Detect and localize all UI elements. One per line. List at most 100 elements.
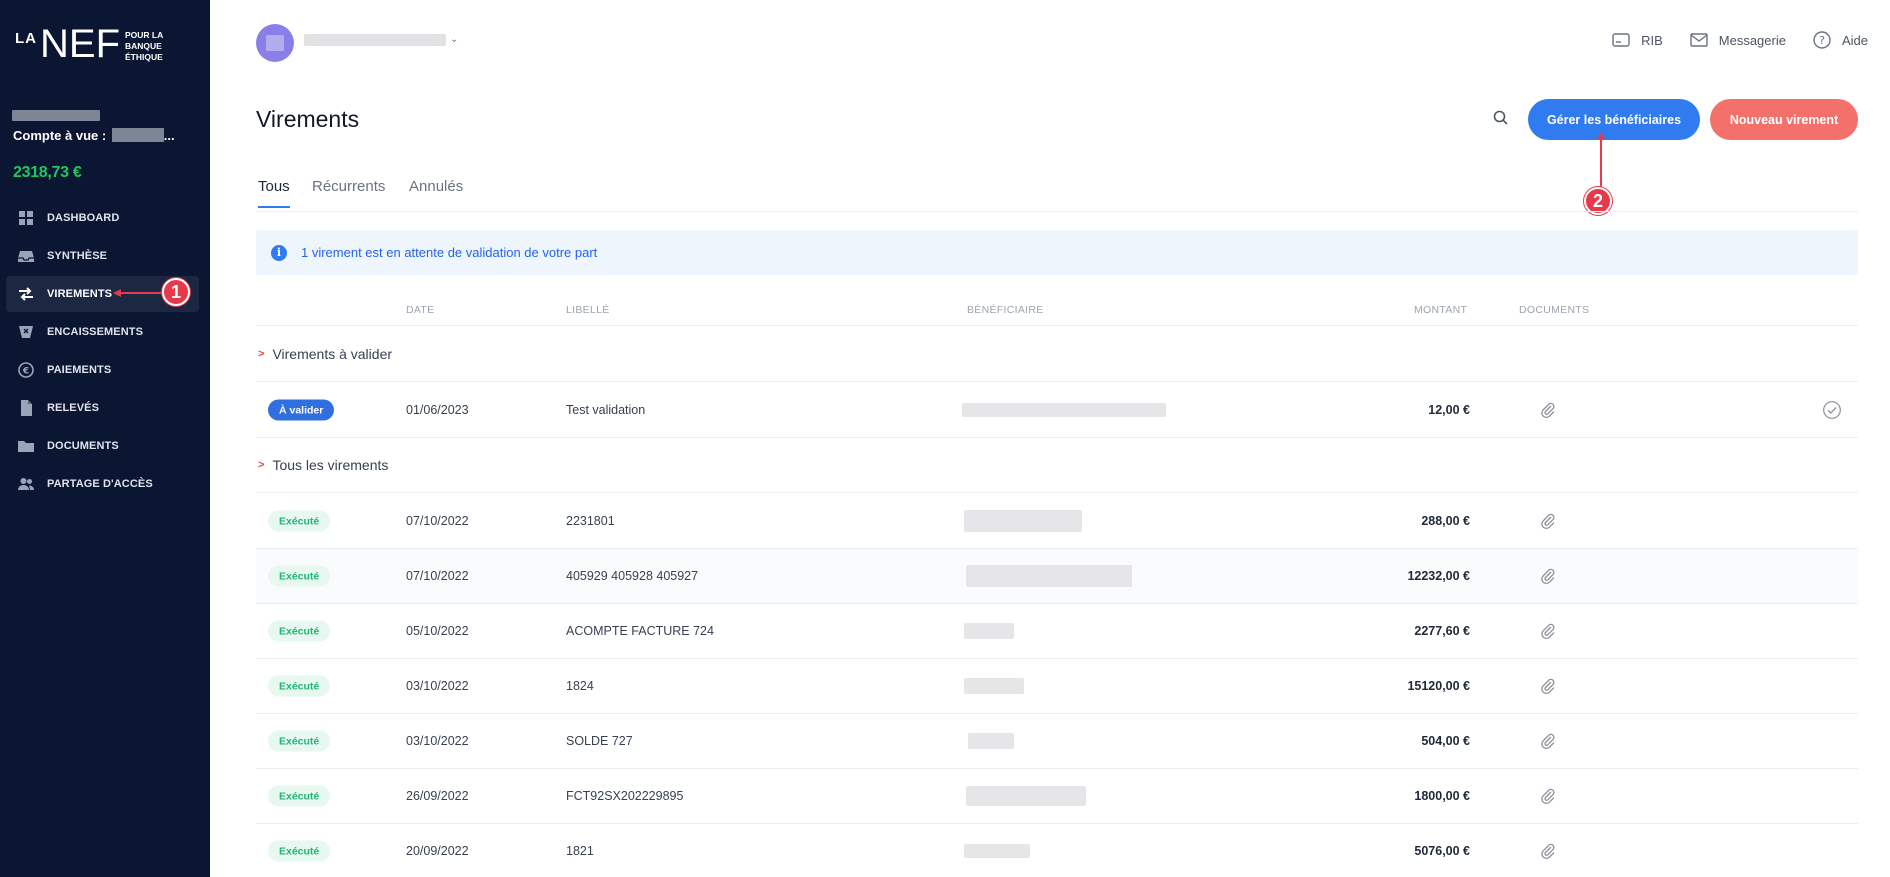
messagerie-link[interactable]: Messagerie bbox=[1689, 30, 1786, 50]
sidebar: LA NEF POUR LA BANQUE ÉTHIQUE Compte à v… bbox=[0, 0, 210, 877]
row-amount: 1800,00 € bbox=[1414, 789, 1470, 803]
paperclip-icon[interactable] bbox=[1539, 677, 1557, 695]
euro-payment-icon: € bbox=[16, 360, 36, 380]
transfer-arrows-icon bbox=[16, 284, 36, 304]
header-date[interactable]: DATE bbox=[406, 304, 434, 316]
tab-recurrents[interactable]: Récurrents bbox=[312, 178, 385, 205]
group-title: Virements à valider bbox=[272, 346, 393, 362]
table-row[interactable]: Exécuté 20/09/2022 1821 5076,00 € bbox=[256, 824, 1858, 877]
sidebar-item-dashboard[interactable]: DASHBOARD bbox=[6, 200, 199, 236]
sidebar-item-partage-acces[interactable]: PARTAGE D'ACCÈS bbox=[6, 466, 199, 502]
top-links: RIB Messagerie ? Aide bbox=[1585, 30, 1868, 50]
table-row[interactable]: À valider 01/06/2023 Test validation 12,… bbox=[256, 383, 1858, 438]
new-transfer-button[interactable]: Nouveau virement bbox=[1710, 99, 1858, 140]
table-row[interactable]: Exécuté 07/10/2022 405929 405928 405927 … bbox=[256, 549, 1858, 604]
row-amount: 504,00 € bbox=[1421, 734, 1470, 748]
aide-link[interactable]: ? Aide bbox=[1812, 30, 1868, 50]
row-date: 07/10/2022 bbox=[406, 569, 469, 583]
paperclip-icon[interactable] bbox=[1539, 787, 1557, 805]
manage-beneficiaries-button[interactable]: Gérer les bénéficiaires bbox=[1528, 99, 1700, 140]
sidebar-item-label: SYNTHÈSE bbox=[47, 250, 108, 262]
user-name-redacted[interactable] bbox=[304, 34, 446, 46]
group-header-all[interactable]: > Tous les virements bbox=[256, 438, 1858, 493]
status-badge: Exécuté bbox=[268, 730, 331, 752]
header-label[interactable]: LIBELLÉ bbox=[566, 304, 610, 316]
paperclip-icon[interactable] bbox=[1539, 512, 1557, 530]
table-row[interactable]: Exécuté 05/10/2022 ACOMPTE FACTURE 724 2… bbox=[256, 604, 1858, 659]
sidebar-item-label: ENCAISSEMENTS bbox=[47, 326, 144, 338]
chevron-right-icon: > bbox=[258, 348, 265, 360]
row-label: 405929 405928 405927 bbox=[566, 569, 699, 583]
row-date: 03/10/2022 bbox=[406, 734, 469, 748]
sidebar-item-documents[interactable]: DOCUMENTS bbox=[6, 428, 199, 464]
row-label: 1824 bbox=[566, 679, 594, 693]
status-badge: Exécuté bbox=[268, 840, 331, 862]
paperclip-icon[interactable] bbox=[1539, 567, 1557, 585]
paperclip-icon[interactable] bbox=[1539, 401, 1557, 419]
table-row[interactable]: Exécuté 26/09/2022 FCT92SX202229895 1800… bbox=[256, 769, 1858, 824]
row-label: FCT92SX202229895 bbox=[566, 789, 684, 803]
beneficiary-redacted bbox=[964, 678, 1024, 694]
status-badge: Exécuté bbox=[268, 785, 331, 807]
aide-label: Aide bbox=[1841, 32, 1868, 48]
sidebar-item-releves[interactable]: RELEVÉS bbox=[6, 390, 199, 426]
annotation-marker-1: 1 bbox=[162, 278, 190, 306]
inbox-icon bbox=[16, 246, 36, 266]
beneficiary-redacted bbox=[962, 403, 1166, 417]
paperclip-icon[interactable] bbox=[1539, 732, 1557, 750]
header-amount[interactable]: MONTANT bbox=[1414, 304, 1467, 316]
row-date: 26/09/2022 bbox=[406, 789, 469, 803]
beneficiary-redacted bbox=[966, 565, 1132, 587]
rib-label: RIB bbox=[1641, 32, 1663, 48]
pending-validation-banner[interactable]: i 1 virement est en attente de validatio… bbox=[256, 230, 1858, 275]
row-label: 1821 bbox=[566, 844, 594, 858]
table-row[interactable]: Exécuté 03/10/2022 SOLDE 727 504,00 € bbox=[256, 714, 1858, 769]
search-icon[interactable] bbox=[1491, 108, 1511, 128]
chevron-right-icon: > bbox=[258, 459, 265, 471]
sidebar-item-label: DASHBOARD bbox=[47, 212, 120, 224]
account-label[interactable]: Compte à vue : ... bbox=[13, 128, 175, 143]
table-row[interactable]: Exécuté 03/10/2022 1824 15120,00 € bbox=[256, 659, 1858, 714]
beneficiary-redacted bbox=[964, 844, 1030, 858]
row-date: 05/10/2022 bbox=[406, 624, 469, 638]
sidebar-item-label: PAIEMENTS bbox=[47, 364, 112, 376]
row-amount: 2277,60 € bbox=[1414, 624, 1470, 638]
status-badge: Exécuté bbox=[268, 620, 331, 642]
chevron-down-icon[interactable]: ⌄ bbox=[450, 34, 458, 45]
table-row[interactable]: Exécuté 07/10/2022 2231801 288,00 € bbox=[256, 494, 1858, 549]
group-header-pending[interactable]: > Virements à valider bbox=[256, 327, 1858, 382]
row-label: Test validation bbox=[566, 403, 646, 417]
account-balance: 2318,73 € bbox=[13, 164, 82, 181]
row-amount: 12232,00 € bbox=[1407, 569, 1470, 583]
tab-annules[interactable]: Annulés bbox=[409, 178, 463, 205]
mail-icon bbox=[1690, 33, 1708, 47]
users-icon bbox=[16, 474, 36, 494]
svg-text:?: ? bbox=[1819, 34, 1825, 47]
deposit-icon bbox=[16, 322, 36, 342]
account-label-suffix: ... bbox=[163, 128, 175, 143]
header-beneficiary[interactable]: BÉNÉFICIAIRE bbox=[967, 304, 1044, 316]
sidebar-item-synthese[interactable]: SYNTHÈSE bbox=[6, 238, 199, 274]
validate-check-icon[interactable] bbox=[1822, 400, 1842, 420]
user-avatar[interactable] bbox=[256, 24, 294, 62]
sidebar-item-encaissements[interactable]: ENCAISSEMENTS bbox=[6, 314, 199, 350]
paperclip-icon[interactable] bbox=[1539, 842, 1557, 860]
row-date: 01/06/2023 bbox=[406, 403, 469, 417]
row-amount: 288,00 € bbox=[1421, 514, 1470, 528]
sidebar-item-label: PARTAGE D'ACCÈS bbox=[47, 478, 153, 490]
paperclip-icon[interactable] bbox=[1539, 622, 1557, 640]
messagerie-label: Messagerie bbox=[1718, 32, 1786, 48]
page-title: Virements bbox=[256, 106, 360, 132]
row-date: 07/10/2022 bbox=[406, 514, 469, 528]
file-icon bbox=[16, 398, 36, 418]
rib-link[interactable]: RIB bbox=[1611, 30, 1663, 50]
logo-nef: NEF bbox=[40, 22, 120, 66]
sidebar-item-paiements[interactable]: € PAIEMENTS bbox=[6, 352, 199, 388]
beneficiary-redacted bbox=[964, 623, 1014, 639]
beneficiary-redacted bbox=[964, 510, 1082, 532]
row-amount: 12,00 € bbox=[1428, 403, 1470, 417]
table-header: DATE LIBELLÉ BÉNÉFICIAIRE MONTANT DOCUME… bbox=[256, 296, 1858, 326]
sidebar-item-label: DOCUMENTS bbox=[47, 440, 119, 452]
tab-tous[interactable]: Tous bbox=[258, 178, 290, 208]
transfer-tabs: Tous Récurrents Annulés bbox=[256, 176, 1858, 212]
